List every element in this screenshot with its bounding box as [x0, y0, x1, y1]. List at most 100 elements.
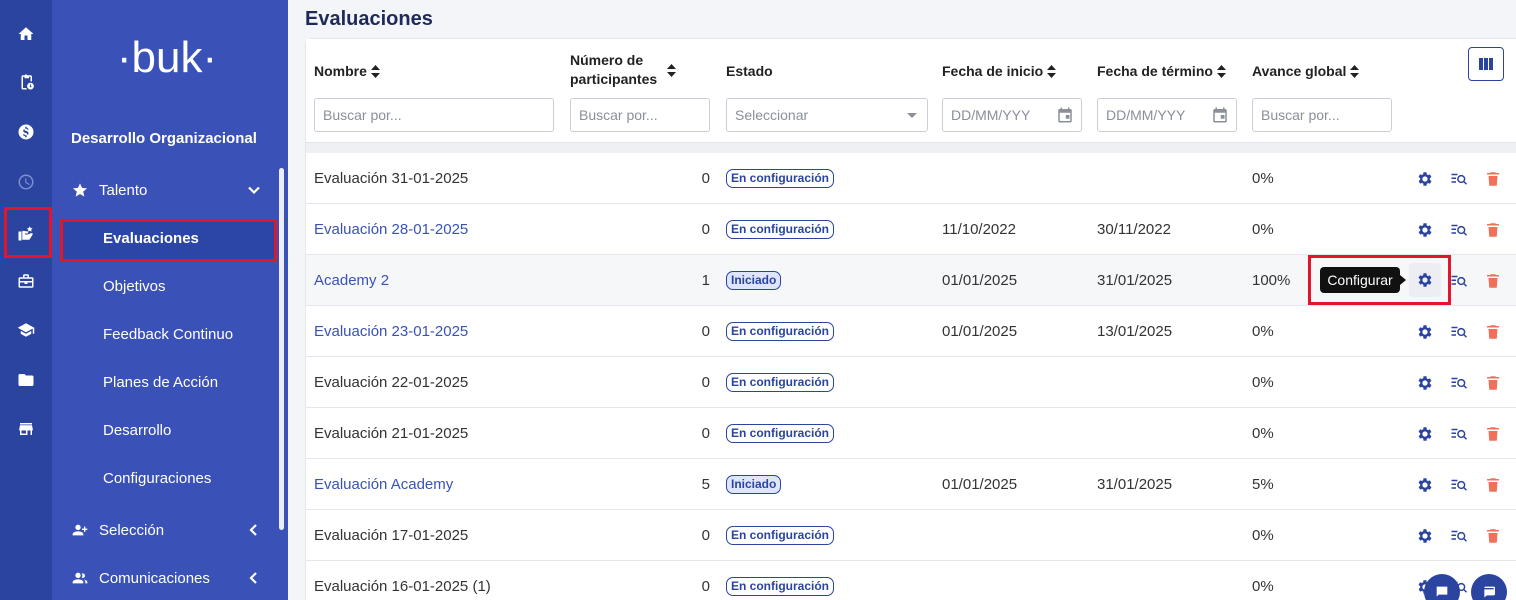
delete-button[interactable]	[1482, 372, 1504, 394]
filter-nombre-input[interactable]	[314, 98, 554, 132]
view-details-button[interactable]	[1448, 423, 1470, 445]
trash-icon	[1487, 325, 1499, 339]
briefcase-icon[interactable]	[0, 261, 52, 301]
cell-fecha-termino: 30/11/2022	[1097, 221, 1171, 238]
list-search-icon	[1451, 479, 1468, 491]
table-row[interactable]: Evaluación 23-01-2025 0 En configuración 01…	[306, 306, 1516, 357]
cell-participantes: 0	[701, 221, 710, 238]
table-row[interactable]: Evaluación 22-01-2025 0 En configuración 0%	[306, 357, 1516, 408]
gear-icon	[1418, 478, 1432, 492]
view-details-button[interactable]	[1448, 372, 1470, 394]
dollar-icon[interactable]	[0, 112, 52, 152]
sidebar-item-feedback-continuo[interactable]: Feedback Continuo	[103, 326, 233, 343]
cell-fecha-inicio: 11/10/2022	[942, 221, 1016, 238]
cell-fecha-termino: 31/01/2025	[1097, 476, 1173, 493]
cell-nombre[interactable]: Evaluación 23-01-2025	[314, 306, 468, 357]
cell-nombre[interactable]: Evaluación Academy	[314, 459, 453, 510]
view-details-button[interactable]	[1448, 219, 1470, 241]
filter-estado-select[interactable]: Seleccionar	[726, 98, 928, 132]
sidebar-item-planes-de-accion[interactable]: Planes de Acción	[103, 374, 218, 391]
trash-icon	[1487, 427, 1499, 441]
table-row[interactable]: Evaluación 28-01-2025 0 En configuración 11…	[306, 204, 1516, 255]
table-row[interactable]: Evaluación 31-01-2025 0 En configuración 0%	[306, 153, 1516, 204]
column-header-estado: Estado	[726, 63, 773, 79]
sidebar-item-configuraciones[interactable]: Configuraciones	[103, 470, 211, 487]
cell-estado: En configuración	[726, 357, 835, 408]
gear-icon	[1418, 325, 1432, 339]
column-header-avance-global[interactable]: Avance global	[1252, 62, 1360, 81]
table-row[interactable]: Evaluación 21-01-2025 0 En configuración 0%	[306, 408, 1516, 459]
column-header-nombre[interactable]: Nombre	[314, 62, 380, 81]
cell-estado: Iniciado	[726, 459, 782, 510]
view-details-button[interactable]	[1448, 321, 1470, 343]
folder-icon[interactable]	[0, 360, 52, 400]
status-badge: En configuración	[726, 526, 835, 545]
calendar-icon[interactable]	[1056, 106, 1074, 124]
configure-button[interactable]	[1414, 321, 1436, 343]
delete-button[interactable]	[1482, 219, 1504, 241]
status-badge: En configuración	[726, 220, 835, 239]
filter-participantes-input[interactable]	[570, 98, 710, 132]
view-details-button[interactable]	[1448, 525, 1470, 547]
cell-fecha-termino: 31/01/2025	[1097, 272, 1173, 289]
configure-button[interactable]	[1414, 423, 1436, 445]
delete-button[interactable]	[1482, 321, 1504, 343]
graduation-cap-icon[interactable]	[0, 310, 52, 350]
configure-button[interactable]	[1414, 525, 1436, 547]
delete-button[interactable]	[1482, 474, 1504, 496]
filter-fecha-termino-input[interactable]: DD/MM/YYY	[1097, 98, 1237, 132]
chat-icon	[1436, 586, 1448, 597]
clock-icon[interactable]	[0, 162, 52, 202]
configure-button[interactable]	[1414, 168, 1436, 190]
configure-button[interactable]	[1414, 372, 1436, 394]
column-header-fecha-termino[interactable]: Fecha de término	[1097, 62, 1226, 81]
sidebar-item-objetivos[interactable]: Objetivos	[103, 278, 166, 295]
table-row[interactable]: Evaluación Academy 5 Iniciado 01/01/2025 31/…	[306, 459, 1516, 510]
buk-logo: ·buk·	[117, 33, 217, 82]
cell-nombre[interactable]: Evaluación 28-01-2025	[314, 204, 468, 255]
cell-nombre: Evaluación 31-01-2025	[314, 170, 469, 187]
icon-rail	[0, 0, 53, 600]
view-details-button[interactable]	[1448, 168, 1470, 190]
cell-nombre[interactable]: Academy 2	[314, 255, 389, 306]
nav-group-comunicaciones[interactable]: Comunicaciones	[52, 558, 282, 598]
list-search-icon	[1451, 173, 1468, 185]
table-row[interactable]: Evaluación 17-01-2025 0 En configuración 0%	[306, 510, 1516, 561]
nav-group-talento[interactable]: Talento	[52, 170, 282, 210]
calendar-icon[interactable]	[1211, 106, 1229, 124]
clipboard-clock-icon[interactable]	[0, 62, 52, 102]
table-header: Nombre Número de participantes Estado Fec…	[306, 39, 1516, 143]
cell-avance: 0%	[1252, 323, 1274, 340]
sidebar-item-desarrollo[interactable]: Desarrollo	[103, 422, 171, 439]
trash-icon	[1487, 223, 1499, 237]
status-badge: Iniciado	[726, 475, 782, 494]
people-icon	[72, 572, 88, 584]
delete-button[interactable]	[1482, 270, 1504, 292]
table-row[interactable]: Evaluación 16-01-2025 (1) 0 En configuraci…	[306, 561, 1516, 600]
filter-fecha-inicio-input[interactable]: DD/MM/YYY	[942, 98, 1082, 132]
delete-button[interactable]	[1482, 168, 1504, 190]
cell-estado: En configuración	[726, 204, 835, 255]
nav-group-seleccion[interactable]: Selección	[52, 510, 282, 550]
column-header-fecha-inicio[interactable]: Fecha de inicio	[942, 62, 1057, 81]
store-icon[interactable]	[0, 409, 52, 449]
view-details-button[interactable]	[1448, 474, 1470, 496]
column-header-participantes[interactable]: Número de participantes	[570, 51, 695, 89]
delete-button[interactable]	[1482, 525, 1504, 547]
nav-group-label: Selección	[99, 521, 165, 539]
nav-group-label: Talento	[99, 181, 148, 199]
filter-avance-input[interactable]	[1252, 98, 1392, 132]
person-add-icon	[72, 524, 88, 536]
cell-participantes: 0	[701, 170, 710, 187]
configure-button[interactable]	[1414, 219, 1436, 241]
chevron-left-icon	[249, 524, 257, 536]
sidebar-scrollbar[interactable]	[279, 168, 284, 530]
trash-icon	[1487, 274, 1499, 288]
view-details-button[interactable]	[1448, 270, 1470, 292]
delete-button[interactable]	[1482, 423, 1504, 445]
home-icon[interactable]	[0, 14, 52, 54]
configure-button[interactable]	[1414, 474, 1436, 496]
trash-icon	[1487, 172, 1499, 186]
sort-icon	[1350, 65, 1360, 78]
columns-toggle-button[interactable]	[1468, 47, 1504, 81]
